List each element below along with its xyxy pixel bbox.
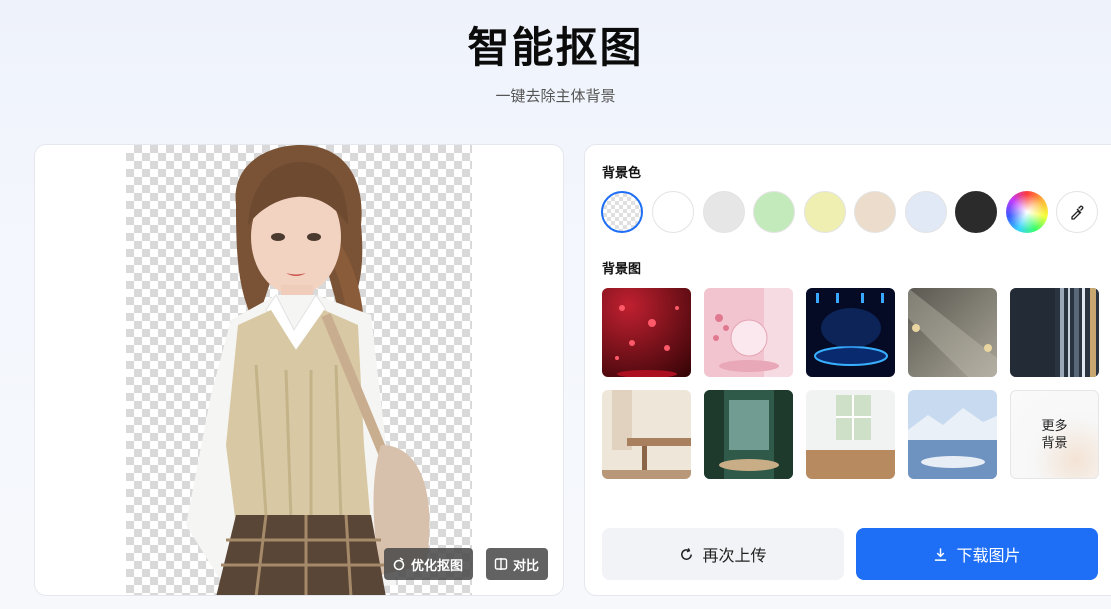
magic-wand-icon [393, 557, 405, 571]
color-swatch-light-yellow[interactable] [804, 191, 846, 233]
bg-thumb-neon-stage[interactable] [806, 288, 895, 377]
reupload-button[interactable]: 再次上传 [602, 528, 844, 580]
optimize-cutout-label: 优化抠图 [411, 558, 464, 574]
bg-thumb-wood-table[interactable] [602, 390, 691, 479]
download-label: 下载图片 [956, 546, 1021, 565]
background-options-panel: 背景色 背景图 更多 背景 再次上传 下载图片 [584, 144, 1111, 596]
compare-button[interactable]: 对比 [486, 548, 548, 580]
bg-image-heading: 背景图 [602, 262, 642, 277]
download-button[interactable]: 下载图片 [856, 528, 1098, 580]
color-swatch-light-gray[interactable] [703, 191, 745, 233]
color-swatch-white[interactable] [652, 191, 694, 233]
cutout-subject-image [186, 145, 430, 595]
color-swatch-beige[interactable] [854, 191, 896, 233]
bg-thumb-forest-podium[interactable] [704, 390, 793, 479]
bg-thumb-gray-wall[interactable] [908, 288, 997, 377]
bg-thumb-window-table[interactable] [806, 390, 895, 479]
bg-color-heading: 背景色 [602, 166, 642, 181]
color-swatch-light-blue[interactable] [905, 191, 947, 233]
color-swatch-dark[interactable] [955, 191, 997, 233]
download-icon [935, 547, 947, 561]
bg-thumb-dark-stripes[interactable] [1010, 288, 1099, 377]
color-picker-rainbow[interactable] [1006, 191, 1048, 233]
more-backgrounds-button[interactable]: 更多 背景 [1010, 390, 1099, 479]
bg-thumb-lake-mountains[interactable] [908, 390, 997, 479]
page-title: 智能抠图 [467, 23, 644, 72]
eyedropper-button[interactable] [1056, 191, 1098, 233]
compare-split-icon [494, 558, 508, 570]
bg-thumb-red-hearts[interactable] [602, 288, 691, 377]
reupload-label: 再次上传 [702, 546, 767, 565]
color-swatch-light-green[interactable] [753, 191, 795, 233]
compare-label: 对比 [513, 558, 540, 574]
eyedropper-icon [1071, 205, 1084, 220]
page-subtitle: 一键去除主体背景 [495, 87, 616, 105]
optimize-cutout-button[interactable]: 优化抠图 [384, 548, 473, 580]
preview-card: 优化抠图 对比 [34, 144, 564, 596]
bg-thumb-pink-room[interactable] [704, 288, 793, 377]
color-swatch-transparent[interactable] [601, 191, 643, 233]
refresh-icon [681, 547, 693, 560]
